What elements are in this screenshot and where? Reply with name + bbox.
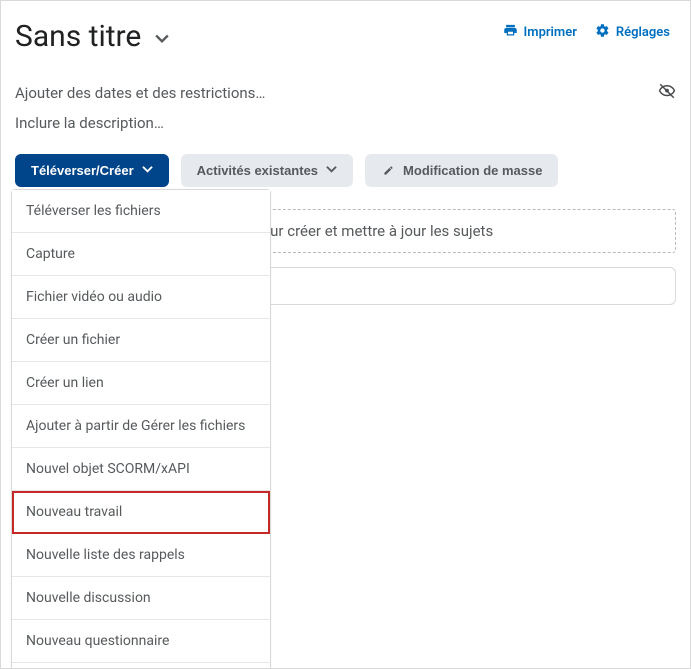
print-label: Imprimer — [524, 25, 577, 40]
bulk-edit-label: Modification de masse — [403, 163, 542, 178]
upload-create-menu: Téléverser les fichiersCaptureFichier vi… — [11, 189, 271, 669]
upload-create-button[interactable]: Téléverser/Créer — [15, 154, 169, 187]
upload-menu-item[interactable]: Téléverser les fichiers — [12, 190, 270, 233]
chevron-down-icon — [142, 163, 153, 178]
add-description[interactable]: Inclure la description… — [15, 114, 164, 132]
upload-menu-item[interactable]: Capture — [12, 233, 270, 276]
existing-activities-label: Activités existantes — [197, 163, 318, 178]
print-button[interactable]: Imprimer — [503, 23, 577, 42]
title-chevron-icon — [155, 20, 169, 53]
bulk-edit-button[interactable]: Modification de masse — [365, 154, 558, 187]
upload-menu-item[interactable]: Créer un lien — [12, 362, 270, 405]
upload-menu-item[interactable]: Ajouter à partir de Gérer les fichiers — [12, 405, 270, 448]
existing-activities-button[interactable]: Activités existantes — [181, 154, 353, 187]
upload-menu-item[interactable]: Nouvel objet SCORM/xAPI — [12, 448, 270, 491]
settings-button[interactable]: Réglages — [595, 23, 670, 42]
upload-menu-item[interactable]: Nouvelle discussion — [12, 577, 270, 620]
upload-menu-item[interactable]: Nouveau travail — [12, 491, 270, 534]
upload-menu-item[interactable]: Créer un fichier — [12, 319, 270, 362]
page-title: Sans titre — [15, 19, 141, 54]
upload-create-label: Téléverser/Créer — [31, 163, 134, 178]
upload-menu-item[interactable]: Nouveau sondage — [12, 663, 270, 669]
gear-icon — [595, 23, 610, 42]
print-icon — [503, 23, 518, 42]
visibility-off-icon[interactable] — [658, 82, 676, 104]
chevron-down-icon — [326, 163, 337, 178]
edit-icon — [381, 164, 395, 178]
upload-menu-item[interactable]: Fichier vidéo ou audio — [12, 276, 270, 319]
upload-menu-item[interactable]: Nouveau questionnaire — [12, 620, 270, 663]
upload-menu-item[interactable]: Nouvelle liste des rappels — [12, 534, 270, 577]
add-dates-restrictions[interactable]: Ajouter des dates et des restrictions… — [15, 84, 265, 102]
settings-label: Réglages — [616, 25, 670, 40]
